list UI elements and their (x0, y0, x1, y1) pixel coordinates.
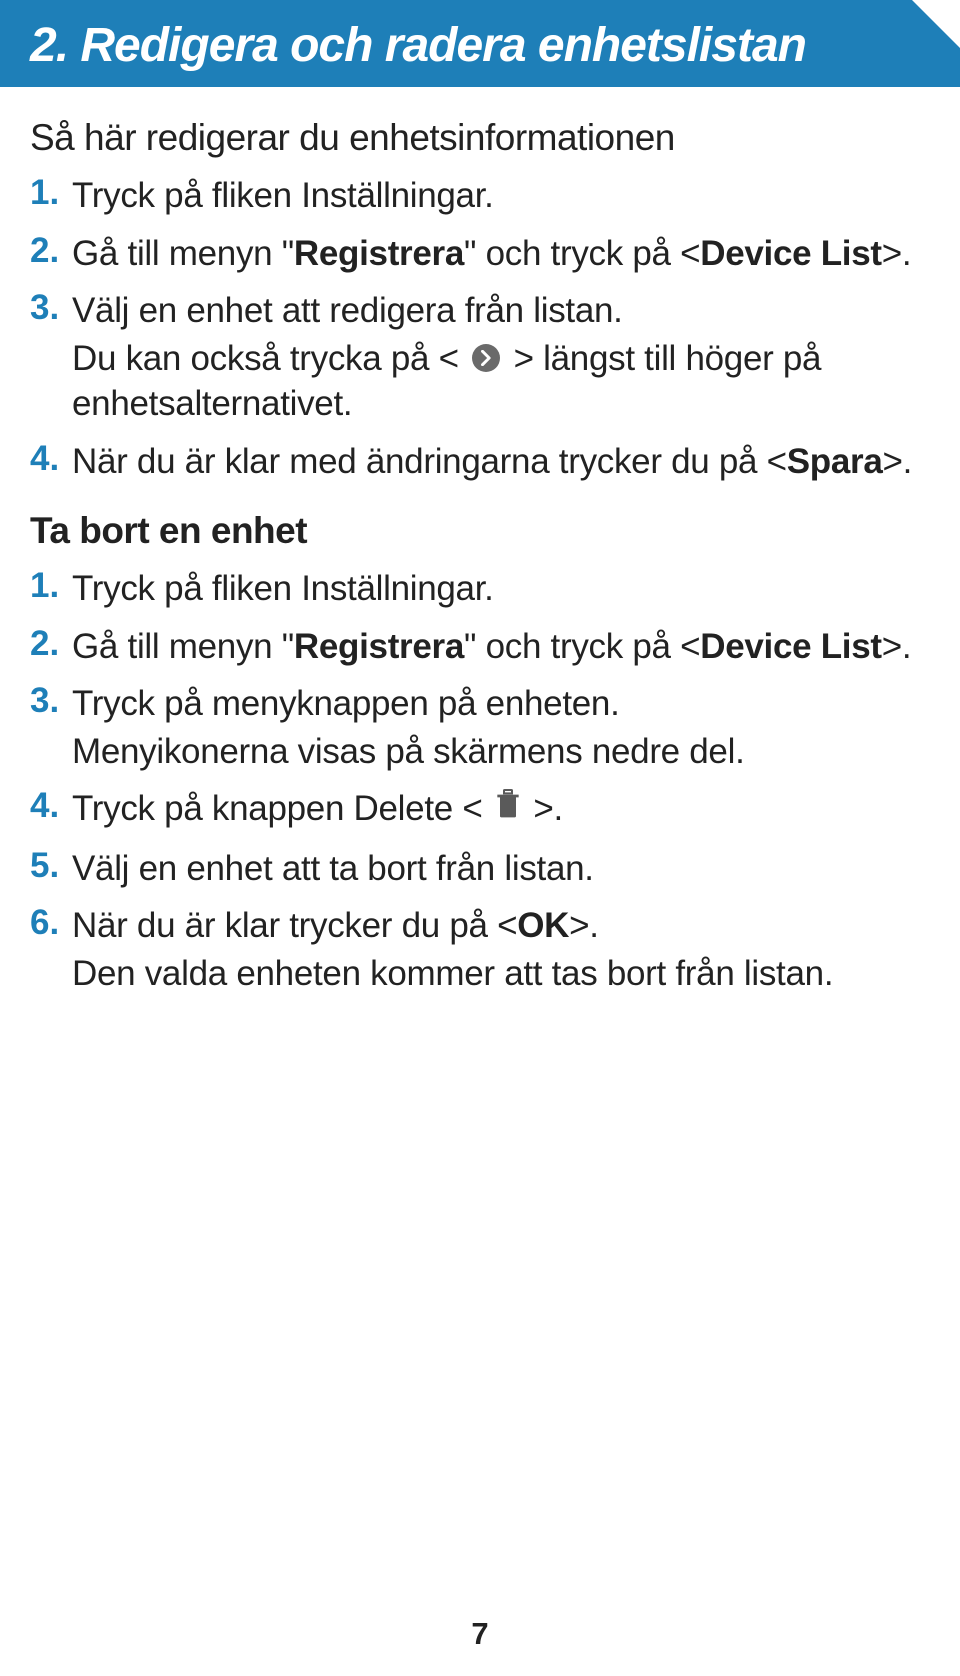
list-item: 4. Tryck på knappen Delete < >. (30, 786, 930, 834)
list-item: 2. Gå till menyn "Registrera" och tryck … (30, 231, 930, 277)
step-text: Tryck på knappen Delete < >. (72, 786, 563, 834)
step-subtext: Du kan också trycka på < > längst till h… (72, 336, 930, 427)
list-item: 2. Gå till menyn "Registrera" och tryck … (30, 624, 930, 670)
step-number: 6. (30, 903, 62, 943)
trash-icon (496, 785, 520, 831)
step-number: 1. (30, 173, 62, 213)
page-container: 2. Redigera och radera enhetslistan Så h… (0, 0, 960, 1676)
step-text: Tryck på fliken Inställningar. (72, 173, 494, 219)
list-item: 1. Tryck på fliken Inställningar. (30, 173, 930, 219)
step-number: 2. (30, 231, 62, 271)
step-text: Gå till menyn "Registrera" och tryck på … (72, 624, 911, 670)
step-number: 4. (30, 786, 62, 826)
step-subtext: Den valda enheten kommer att tas bort fr… (72, 951, 930, 997)
step-text: Tryck på menyknappen på enheten. (72, 681, 620, 727)
step-subtext: Menyikonerna visas på skärmens nedre del… (72, 729, 930, 775)
content: Så här redigerar du enhetsinformationen … (0, 87, 960, 996)
step-number: 1. (30, 566, 62, 606)
step-number: 2. (30, 624, 62, 664)
step-number: 3. (30, 288, 62, 328)
step-text: Välj en enhet att ta bort från listan. (72, 846, 594, 892)
chevron-right-icon (472, 344, 500, 372)
list-item: 5. Välj en enhet att ta bort från listan… (30, 846, 930, 892)
step-text: Gå till menyn "Registrera" och tryck på … (72, 231, 911, 277)
step-text: När du är klar med ändringarna trycker d… (72, 439, 912, 485)
step-number: 5. (30, 846, 62, 886)
step-number: 4. (30, 439, 62, 479)
section1-subtitle: Så här redigerar du enhetsinformationen (30, 117, 930, 159)
section2-title: Ta bort en enhet (30, 510, 930, 552)
step-number: 3. (30, 681, 62, 721)
list-item: 4. När du är klar med ändringarna trycke… (30, 439, 930, 485)
step-text: När du är klar trycker du på <OK>. (72, 903, 599, 949)
step-text: Tryck på fliken Inställningar. (72, 566, 494, 612)
list-item: 1. Tryck på fliken Inställningar. (30, 566, 930, 612)
list-item: 3. Tryck på menyknappen på enheten. (30, 681, 930, 727)
list-item: 6. När du är klar trycker du på <OK>. (30, 903, 930, 949)
corner-fold (912, 0, 960, 48)
step-text: Välj en enhet att redigera från listan. (72, 288, 623, 334)
header-bar: 2. Redigera och radera enhetslistan (0, 0, 960, 87)
page-title: 2. Redigera och radera enhetslistan (30, 18, 930, 73)
page-number: 7 (471, 1616, 488, 1652)
list-item: 3. Välj en enhet att redigera från lista… (30, 288, 930, 334)
